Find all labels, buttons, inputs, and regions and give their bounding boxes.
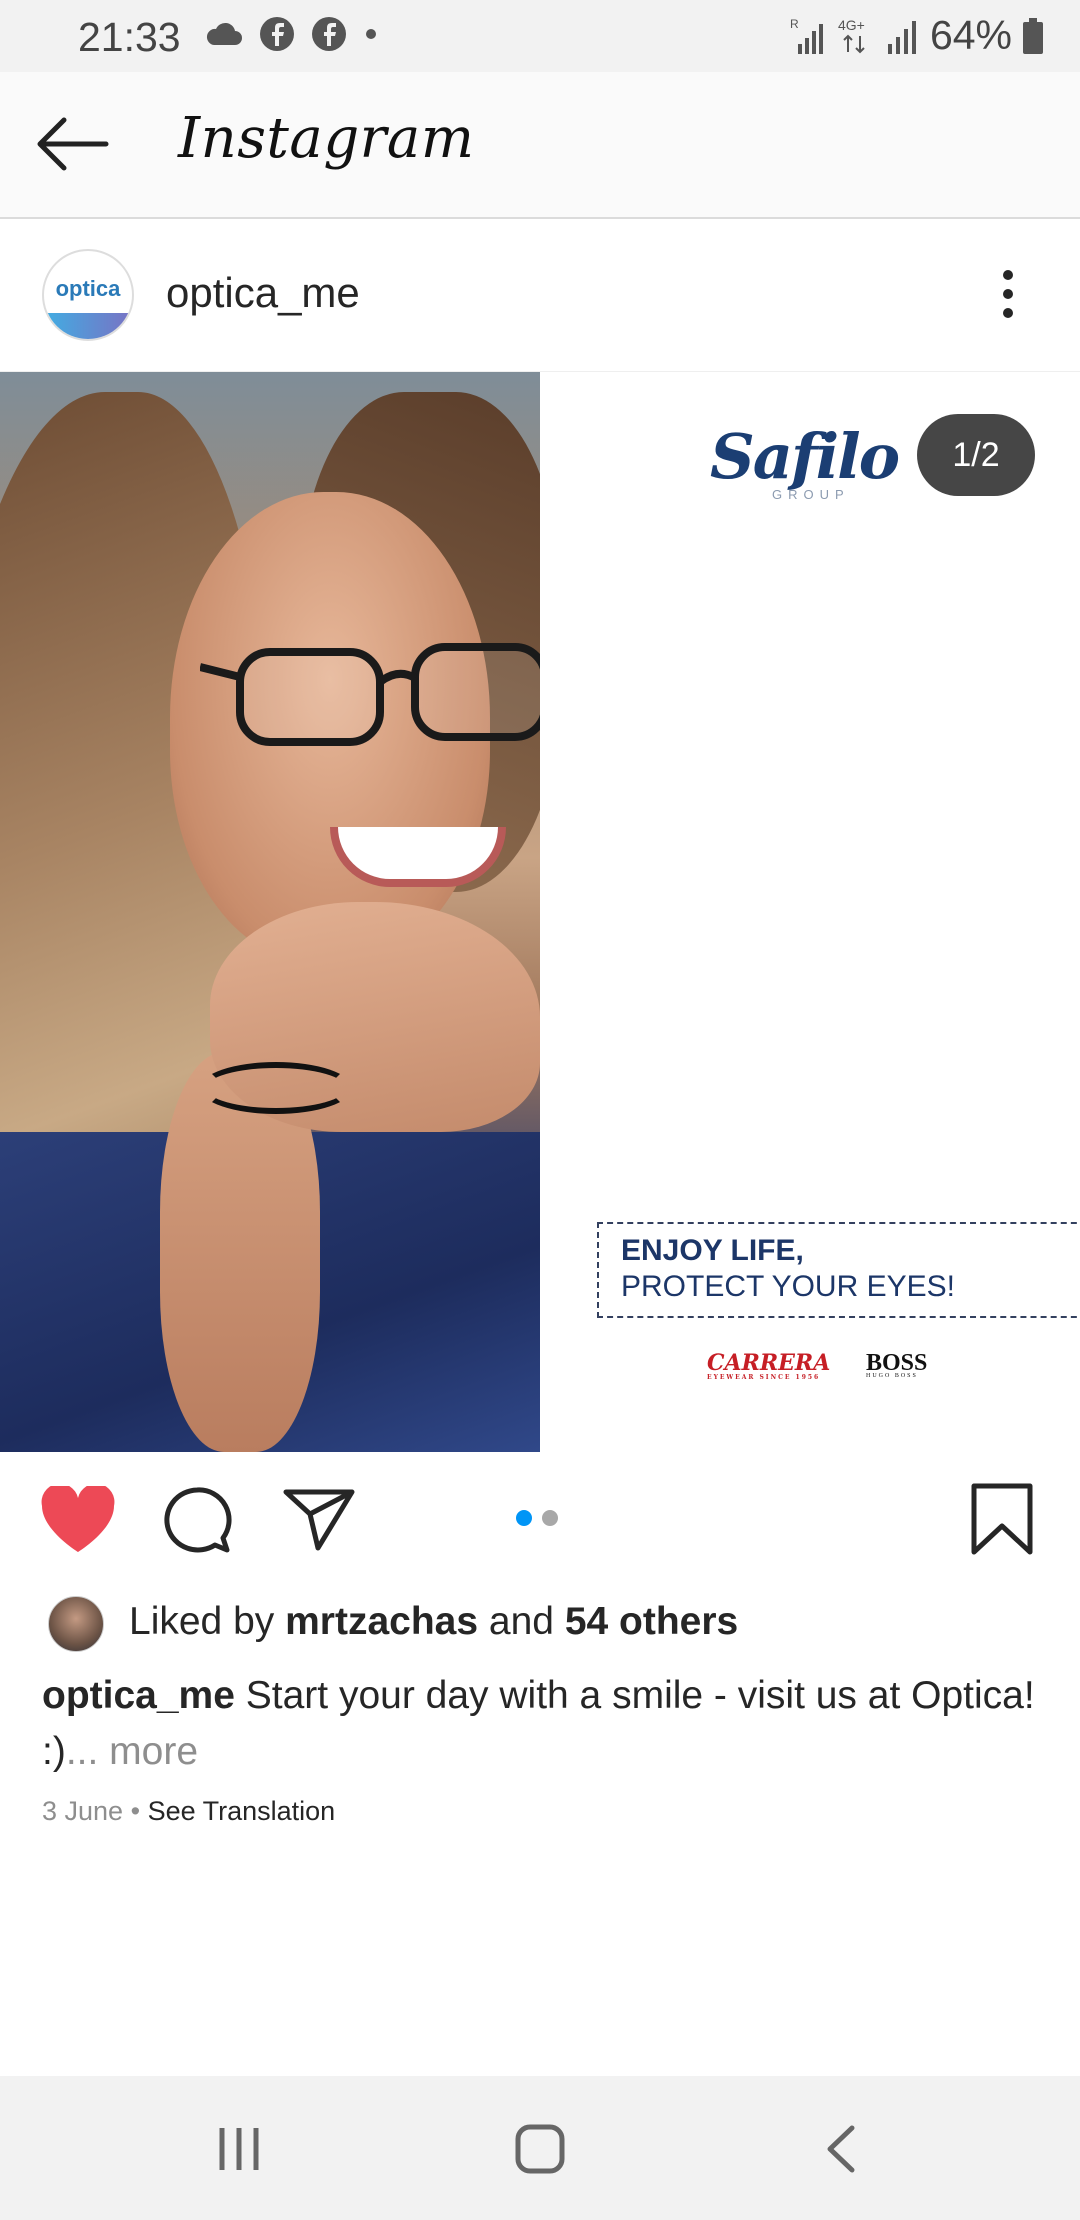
avatar-text: optica — [55, 276, 121, 301]
meta-separator: • — [130, 1796, 141, 1826]
facebook-icon — [260, 17, 294, 51]
caption-more-link[interactable]: ... more — [66, 1730, 198, 1773]
battery-percent: 64% — [929, 12, 1012, 58]
glasses-icon — [200, 643, 540, 746]
boss-logo: BOSS HUGO BOSS — [866, 1350, 927, 1379]
liker-avatar — [48, 1596, 104, 1652]
likes-prefix: Liked by — [129, 1600, 275, 1643]
comment-icon[interactable] — [162, 1486, 232, 1554]
likes-middle: and — [488, 1600, 554, 1643]
network-label: 4G+ — [838, 17, 865, 33]
app-title: Instagram — [178, 106, 475, 171]
post-actions — [0, 1452, 1080, 1592]
send-icon[interactable] — [282, 1486, 356, 1552]
app-header: Instagram — [0, 72, 1080, 219]
carrera-logo: CARRERA EYEWEAR SINCE 1956 — [707, 1350, 830, 1381]
photo-bracelet — [200, 1062, 352, 1114]
carousel-counter: 1/2 — [917, 414, 1035, 496]
carousel-dot — [542, 1510, 558, 1526]
bookmark-icon[interactable] — [970, 1482, 1034, 1556]
svg-text:R: R — [790, 17, 799, 31]
likes-text: Liked by mrtzachas and 54 others — [129, 1600, 738, 1644]
carousel-dots — [516, 1510, 558, 1526]
caption-username[interactable]: optica_me — [42, 1674, 235, 1717]
post-header: optica optica_me — [0, 219, 1080, 372]
signal-roaming-icon: R — [790, 17, 823, 54]
likes-row[interactable]: Liked by mrtzachas and 54 others — [0, 1592, 1080, 1656]
safilo-logo: Safilo GROUP — [710, 420, 910, 502]
ad-text-panel: Safilo GROUP 1/2 START YOUR DAY WITH A S… — [540, 372, 1080, 1452]
facebook-icon — [312, 17, 346, 51]
carrera-sub: EYEWEAR SINCE 1956 — [707, 1374, 821, 1381]
home-icon[interactable] — [515, 2124, 565, 2174]
avatar-wave — [44, 313, 132, 339]
battery-icon — [1023, 17, 1043, 54]
status-left-icons — [205, 16, 379, 52]
heart-filled-icon[interactable] — [40, 1486, 116, 1554]
headline-line-4: SMILE — [540, 954, 970, 1162]
carrera-name: CARRERA — [707, 1350, 831, 1376]
headline-line-1: START — [540, 530, 993, 742]
post-username[interactable]: optica_me — [166, 269, 360, 317]
signal-icon — [887, 20, 916, 54]
see-translation-link[interactable]: See Translation — [148, 1796, 336, 1826]
back-chevron-icon[interactable] — [822, 2124, 862, 2174]
avatar[interactable]: optica — [42, 249, 134, 341]
woman-photo — [0, 372, 540, 1452]
arrow-left-icon[interactable] — [34, 114, 110, 174]
recent-apps-icon[interactable] — [214, 2124, 264, 2174]
dot-icon — [366, 29, 376, 39]
tagline-box: ENJOY LIFE, PROTECT YOUR EYES! — [597, 1222, 1080, 1318]
post-date: 3 June — [42, 1796, 124, 1826]
liker-username[interactable]: mrtzachas — [285, 1600, 478, 1643]
safilo-brand: Safilo — [710, 420, 900, 493]
status-right: R 4G+ 64% — [790, 12, 1044, 59]
tagline-bold: ENJOY LIFE, — [621, 1234, 804, 1267]
likes-others[interactable]: 54 others — [565, 1600, 738, 1643]
cloud-icon — [206, 22, 242, 45]
more-vertical-icon[interactable] — [1000, 269, 1016, 319]
headline-line-3: WITH A — [540, 812, 982, 990]
status-bar: 21:33 R 4G+ 64% — [0, 0, 1080, 72]
tagline: PROTECT YOUR EYES! — [621, 1270, 955, 1303]
data-arrows-icon: 4G+ — [838, 17, 865, 53]
headline: START YOUR DAY WITH A SMILE — [540, 550, 1000, 1143]
status-time: 21:33 — [78, 14, 181, 60]
system-nav-bar — [0, 2076, 1080, 2220]
post-meta: 3 June • See Translation — [42, 1796, 335, 1827]
carousel-dot-active — [516, 1510, 532, 1526]
post-image[interactable]: Safilo GROUP 1/2 START YOUR DAY WITH A S… — [0, 372, 1080, 1452]
post-caption: optica_me Start your day with a smile - … — [42, 1668, 1042, 1780]
